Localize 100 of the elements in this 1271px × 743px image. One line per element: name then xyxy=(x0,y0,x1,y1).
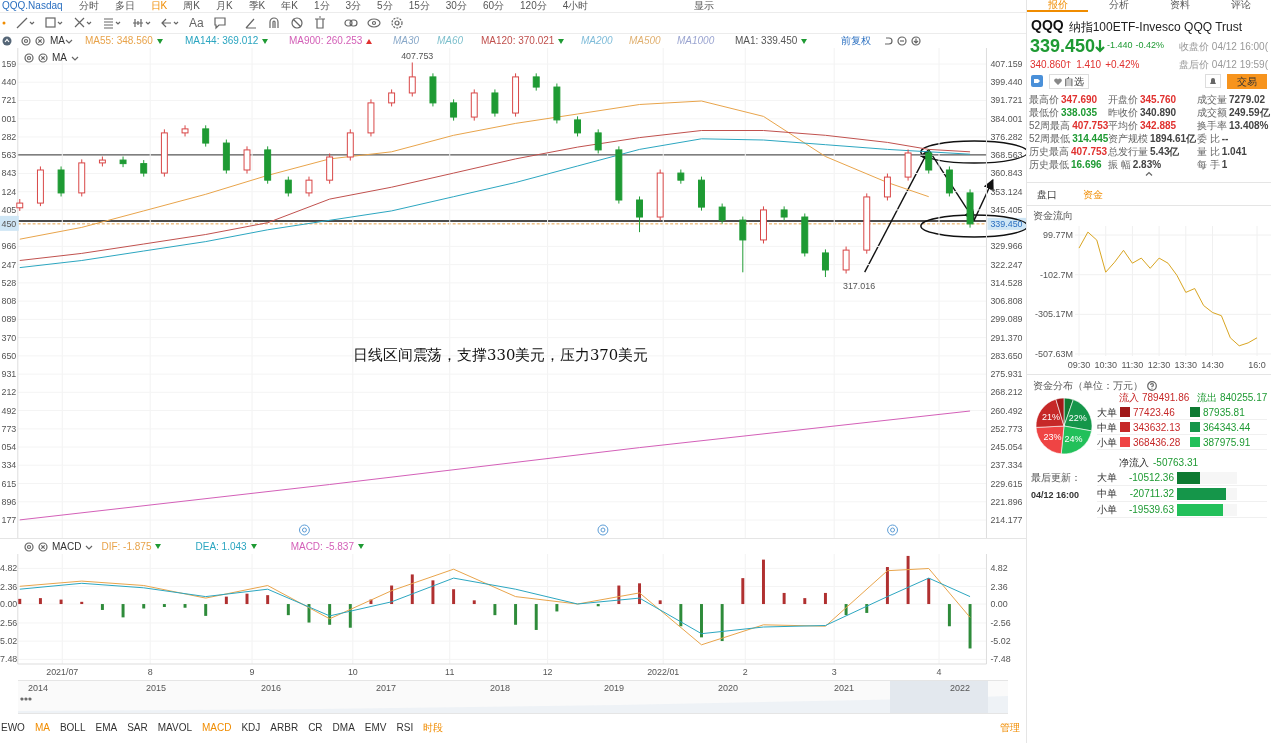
period-tab[interactable]: 120分 xyxy=(520,0,547,12)
fund-name: 纳指100ETF-Invesco QQQ Trust xyxy=(1068,19,1243,36)
axis-label: 306.808 xyxy=(990,296,1023,307)
period-tab[interactable]: 年K xyxy=(281,0,298,12)
axis-label: 314.528 xyxy=(990,277,1023,288)
update-time: 04/12 16:00 xyxy=(1031,489,1080,502)
macd-legend-item[interactable]: MACD: -5.837 xyxy=(290,539,354,554)
axis-label: 9 xyxy=(249,666,255,677)
price-label: 317.016 xyxy=(843,281,876,292)
stat-value: 407.753 xyxy=(1072,119,1109,132)
axis-label: 247 xyxy=(1,259,17,270)
period-tab[interactable]: 30分 xyxy=(445,0,467,12)
period-tab[interactable]: 1分 xyxy=(313,0,330,12)
period-tab[interactable]: QQQ.Nasdaq xyxy=(2,0,63,12)
axis-label: -507.63M xyxy=(1034,348,1073,359)
axis-label: 650 xyxy=(1,350,17,361)
indicator-tab[interactable]: ARBR xyxy=(265,720,304,735)
period-tab[interactable]: 15分 xyxy=(408,0,430,12)
after-hours-change-percent: +0.42% xyxy=(1105,57,1140,72)
price-change: -1.440 xyxy=(1107,39,1133,53)
stat-label: 换手率 xyxy=(1197,119,1227,132)
axis-label: 11:30 xyxy=(1121,360,1144,370)
row-label: 大单 xyxy=(1097,471,1117,485)
stat-label: 资产规模 xyxy=(1108,132,1148,145)
axis-label: 159 xyxy=(1,58,17,69)
panel-tab[interactable]: 资料 xyxy=(1149,0,1210,12)
outflow-value: 387975.91 xyxy=(1203,435,1251,450)
axis-label: 12:30 xyxy=(1147,360,1171,370)
indicator-tab[interactable]: MAVOL xyxy=(152,720,197,735)
axis-label: 11 xyxy=(445,666,455,677)
axis-label: 2.36 xyxy=(990,581,1008,592)
stat-label: 最高价 xyxy=(1029,93,1059,106)
ma-legend-item[interactable]: MA1: 339.450 xyxy=(735,35,798,47)
indicator-tab[interactable]: DMA xyxy=(327,720,360,735)
axis-label: 773 xyxy=(1,423,17,434)
axis-label: 843 xyxy=(1,168,17,179)
stat-label: 开盘价 xyxy=(1108,93,1138,106)
adjust-link[interactable]: 前复权 xyxy=(841,35,871,47)
outflow-value: 87935.81 xyxy=(1203,405,1245,420)
panel-tab[interactable]: 评论 xyxy=(1210,0,1271,12)
period-tab[interactable]: 月K xyxy=(215,0,233,12)
ma-legend-item[interactable]: MA120: 370.021 xyxy=(481,35,555,47)
stat-label: 成交额 xyxy=(1197,106,1227,119)
axis-label: 245.054 xyxy=(990,442,1023,453)
indicator-tab[interactable]: BOLL xyxy=(54,720,91,735)
indicator-name[interactable]: MACD xyxy=(52,539,82,554)
indicator-tab[interactable]: CR xyxy=(303,720,328,735)
axis-label: 0.00 xyxy=(990,599,1008,610)
axis-label: 214.177 xyxy=(990,514,1023,525)
axis-label: 282 xyxy=(1,131,17,142)
stat-value: 338.035 xyxy=(1061,106,1098,119)
axis-label: 615 xyxy=(1,478,17,489)
axis-label: 896 xyxy=(1,496,17,507)
axis-label: 405 xyxy=(1,204,17,215)
indicator-tab[interactable]: RSI xyxy=(391,720,419,735)
indicator-tab[interactable]: EWO xyxy=(0,720,30,735)
axis-label: 229.615 xyxy=(990,478,1023,489)
stat-value: 340.890 xyxy=(1140,106,1177,119)
axis-label: 2022/01 xyxy=(647,666,680,677)
inflow-value: 343632.13 xyxy=(1133,420,1182,435)
stat-value: 1 xyxy=(1221,158,1228,171)
axis-label: 931 xyxy=(1,369,17,380)
indicator-tab[interactable]: EMV xyxy=(359,720,392,735)
period-tab[interactable]: 3分 xyxy=(345,0,362,12)
after-hours-change: 1.410 xyxy=(1076,57,1102,72)
stat-label: 平均价 xyxy=(1108,119,1138,132)
axis-label: -2.56 xyxy=(990,617,1011,628)
indicator-tab[interactable]: KDJ xyxy=(236,720,266,735)
annotation-text: 日线区间震荡，支撑330美元，压力370美元 xyxy=(352,345,649,364)
axis-label: -102.7M xyxy=(1039,269,1073,280)
indicator-tab[interactable]: SAR xyxy=(122,720,153,735)
period-tab[interactable]: 周K xyxy=(183,0,200,12)
sub-tab[interactable]: 盘口 xyxy=(1037,186,1057,202)
text-tool[interactable]: Aa xyxy=(189,14,204,32)
stat-value: 345.760 xyxy=(1140,93,1177,106)
trade-button[interactable]: 交易 xyxy=(1227,73,1267,89)
after-hours-time: 盘后价 04/12 19:59( xyxy=(1179,57,1268,72)
axis-label: 2 xyxy=(742,666,748,677)
period-tab[interactable]: 多日 xyxy=(114,0,135,12)
period-tab[interactable]: 4小时 xyxy=(562,0,589,12)
period-tab[interactable]: 60分 xyxy=(482,0,504,12)
stat-label: 委 比 xyxy=(1197,132,1220,145)
axis-label: 4.82 xyxy=(0,563,18,574)
row-label: 小单 xyxy=(1097,503,1117,517)
period-tab[interactable]: 分时 xyxy=(78,0,99,12)
indicator-tab[interactable]: EMA xyxy=(90,720,123,735)
price-label: 407.753 xyxy=(401,51,434,62)
panel-tab[interactable]: 分析 xyxy=(1088,0,1149,12)
price-change-percent: -0.42% xyxy=(1135,39,1165,53)
slice-label: 23% xyxy=(1043,432,1062,442)
indicator-name[interactable]: MA xyxy=(52,50,67,65)
indicator-name[interactable]: MA xyxy=(50,35,65,47)
year-label: 2014 xyxy=(28,682,49,695)
ma-legend-item[interactable]: MA900: 260.253 xyxy=(289,35,363,47)
axis-label: 360.843 xyxy=(990,168,1023,179)
period-tab[interactable]: 5分 xyxy=(377,0,393,12)
watchlist-button[interactable]: 自选 xyxy=(1049,73,1089,89)
period-tab[interactable]: 季K xyxy=(248,0,266,12)
stat-value: -- xyxy=(1221,132,1229,145)
display-menu[interactable]: 显示 xyxy=(694,0,715,12)
